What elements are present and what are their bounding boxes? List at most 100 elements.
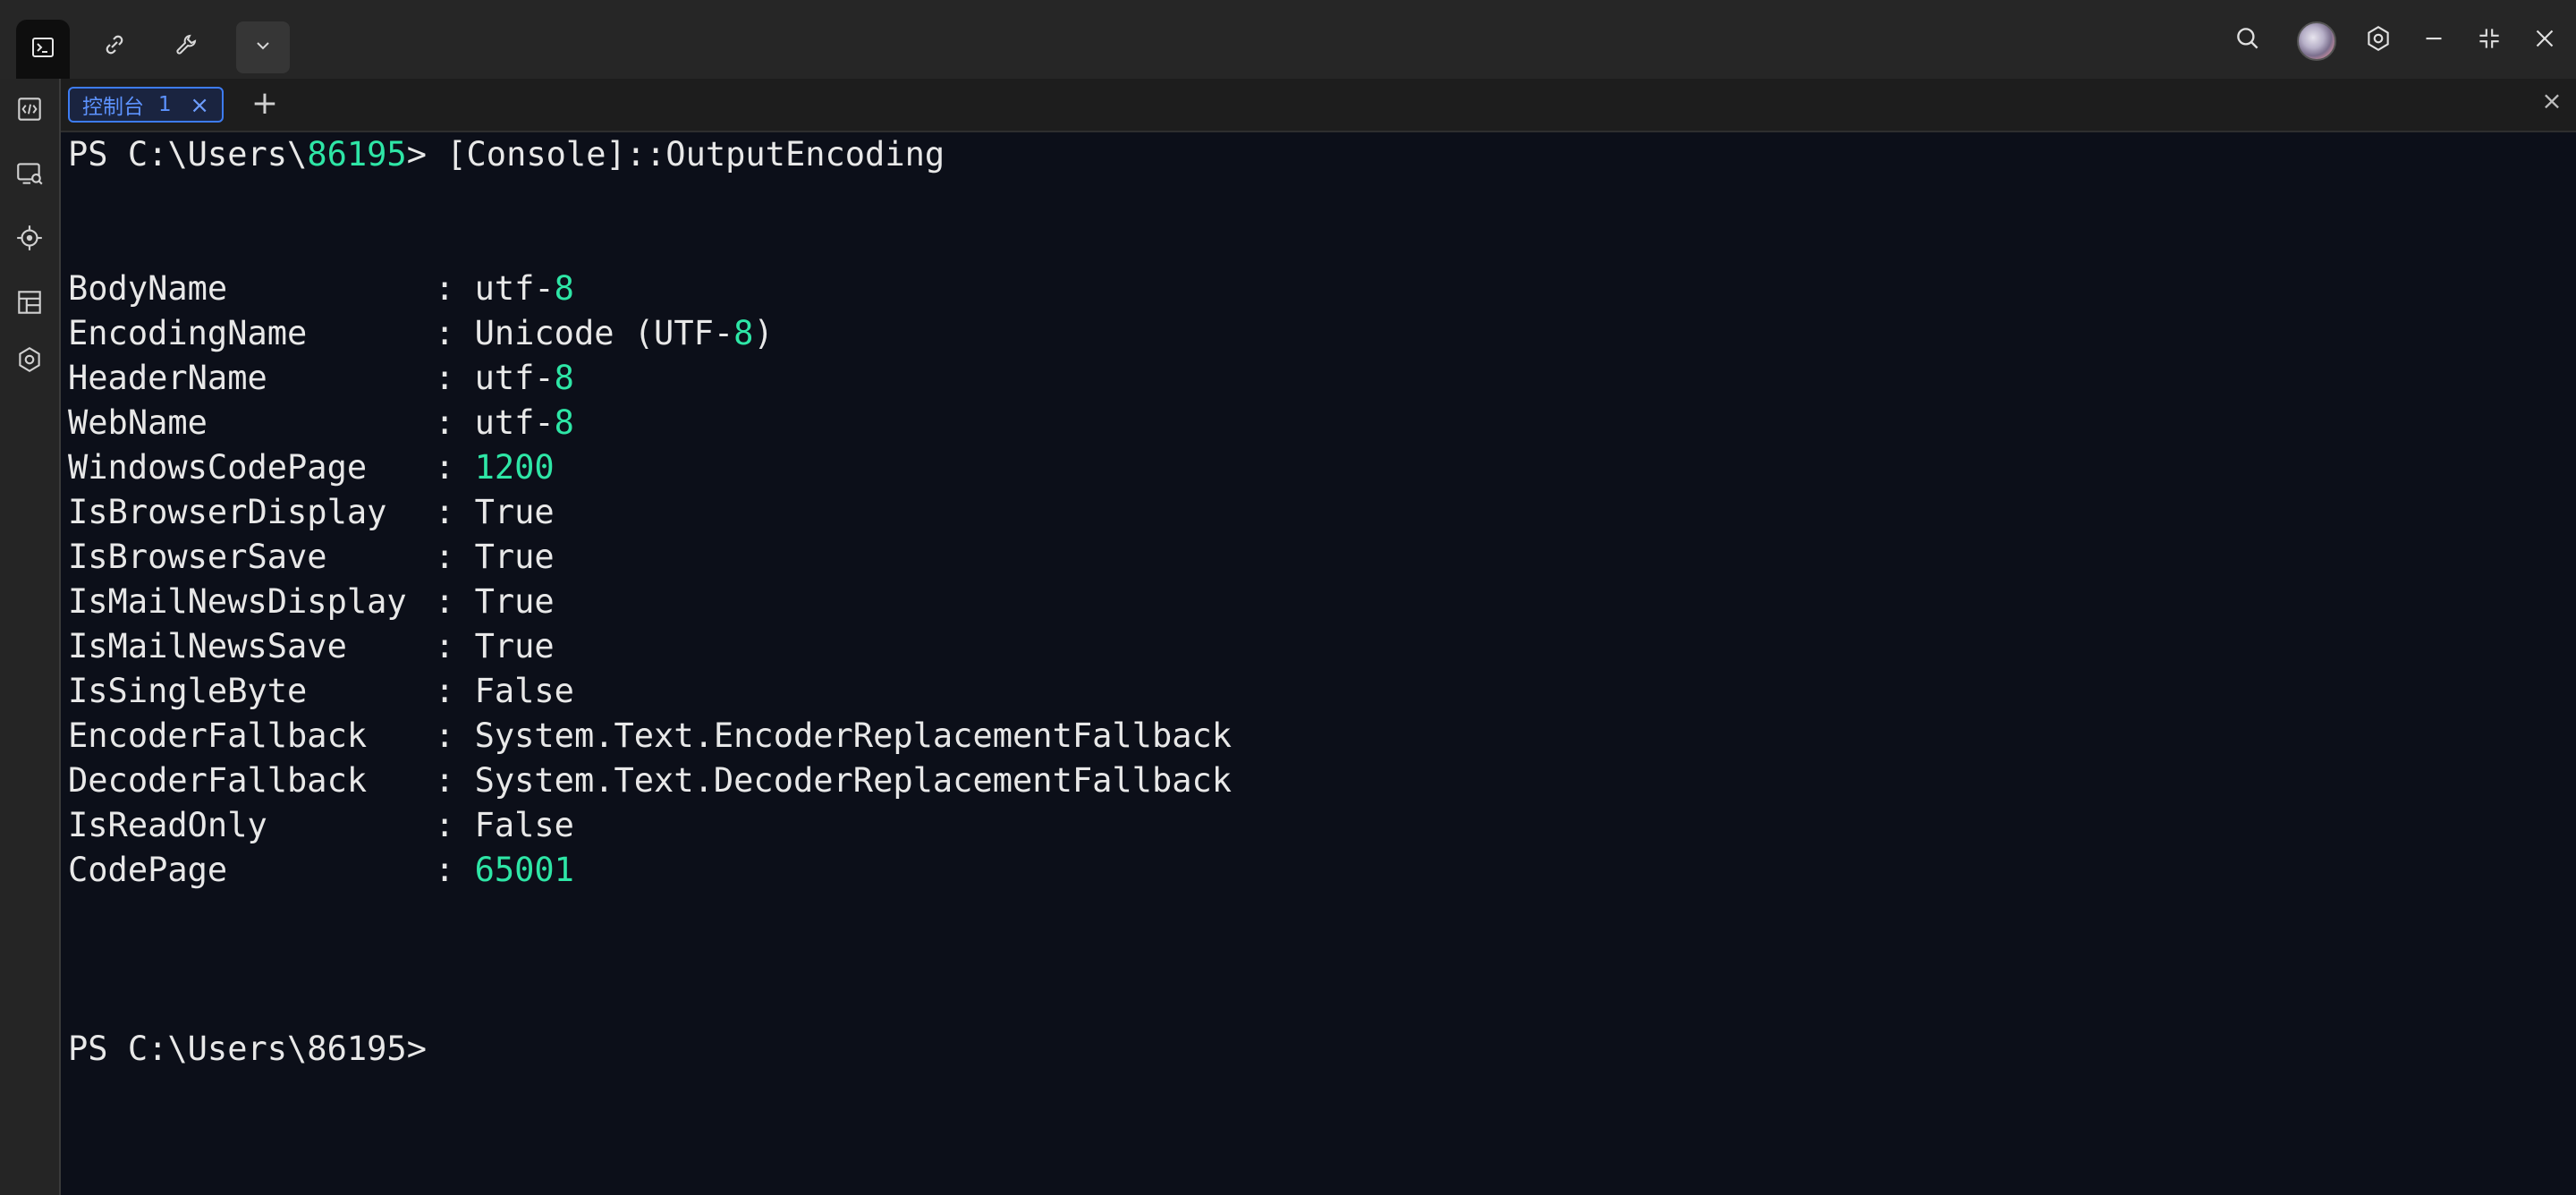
tab-strip: 控制台 1 × + × <box>61 79 2576 132</box>
link-button[interactable] <box>88 20 141 73</box>
property-name: CodePage <box>68 851 228 889</box>
title-bar <box>0 0 2576 79</box>
property-row: CodePage: 65001 <box>68 848 574 893</box>
property-name: IsBrowserDisplay <box>68 493 387 531</box>
restore-button[interactable] <box>2469 20 2510 61</box>
prompt-suffix: > <box>406 135 427 174</box>
property-value: True <box>474 538 555 576</box>
wrench-icon <box>172 30 200 63</box>
property-value-tail: ) <box>753 314 774 352</box>
avatar[interactable] <box>2297 21 2336 61</box>
activity-bar <box>0 79 61 1195</box>
panel-close-button[interactable]: × <box>2538 88 2565 114</box>
property-value: True <box>474 582 555 621</box>
property-separator: : <box>435 627 475 665</box>
prompt-path: PS C:\Users\ <box>68 135 308 174</box>
property-separator: : <box>435 761 475 800</box>
property-row: IsSingleByte: False <box>68 669 574 714</box>
property-row: DecoderFallback: System.Text.DecoderRepl… <box>68 759 1232 803</box>
property-value-number: 65001 <box>474 851 574 889</box>
restore-icon <box>2474 23 2504 57</box>
property-row: IsMailNewsDisplay: True <box>68 580 555 624</box>
property-value: False <box>474 806 574 844</box>
sidebar-item-screen-search[interactable] <box>12 157 47 193</box>
property-name: DecoderFallback <box>68 761 368 800</box>
property-value: True <box>474 493 555 531</box>
dropdown-button[interactable] <box>236 21 290 73</box>
property-row: IsMailNewsSave: True <box>68 624 555 669</box>
terminal-tab-button[interactable] <box>16 20 70 79</box>
settings-button[interactable] <box>2358 20 2399 61</box>
property-value: True <box>474 627 555 665</box>
add-tab-button[interactable]: + <box>247 88 283 123</box>
link-icon <box>100 30 129 63</box>
property-name: EncodingName <box>68 314 308 352</box>
property-row: BodyName: utf-8 <box>68 267 574 311</box>
close-button[interactable] <box>2524 20 2565 61</box>
property-value-number: 1200 <box>474 448 555 487</box>
property-separator: : <box>435 493 475 531</box>
property-separator: : <box>435 672 475 710</box>
property-row: WebName: utf-8 <box>68 401 574 445</box>
search-button[interactable] <box>2227 20 2268 61</box>
property-row: WindowsCodePage: 1200 <box>68 445 555 490</box>
terminal-output[interactable]: PS C:\Users\86195> [Console]::OutputEnco… <box>61 132 2576 1195</box>
property-separator: : <box>435 851 475 889</box>
property-value: False <box>474 672 574 710</box>
property-separator: : <box>435 806 475 844</box>
property-separator: : <box>435 403 475 442</box>
sidebar-item-target[interactable] <box>12 222 47 258</box>
property-row: EncodingName: Unicode (UTF-8) <box>68 311 774 356</box>
tools-button[interactable] <box>159 20 213 73</box>
property-name: WebName <box>68 403 208 442</box>
property-value: System.Text.EncoderReplacementFallback <box>474 716 1233 755</box>
tab-console[interactable]: 控制台 1 × <box>68 87 224 123</box>
property-name: IsBrowserSave <box>68 538 327 576</box>
settings-icon <box>2363 23 2394 57</box>
property-separator: : <box>435 314 475 352</box>
chevron-down-icon <box>249 31 277 64</box>
layout-icon <box>14 287 45 321</box>
tab-close-button[interactable]: × <box>190 92 209 119</box>
property-name: IsMailNewsSave <box>68 627 347 665</box>
app-window: 控制台 1 × + × PS C:\Users\86195> [Console]… <box>0 0 2576 1195</box>
property-value-number: 8 <box>554 359 574 397</box>
minimize-icon <box>2419 23 2449 57</box>
property-name: IsMailNewsDisplay <box>68 582 407 621</box>
property-separator: : <box>435 716 475 755</box>
property-value: utf- <box>474 269 555 308</box>
command-text: [Console]::OutputEncoding <box>426 135 945 174</box>
property-separator: : <box>435 448 475 487</box>
property-row: IsBrowserSave: True <box>68 535 555 580</box>
property-row: IsReadOnly: False <box>68 803 574 848</box>
tab-number: 1 <box>158 93 172 116</box>
property-separator: : <box>435 538 475 576</box>
sidebar-item-layout[interactable] <box>12 286 47 322</box>
property-value: utf- <box>474 359 555 397</box>
code-icon <box>14 94 45 128</box>
target-icon <box>14 223 45 257</box>
command-line: PS C:\Users\86195> [Console]::OutputEnco… <box>68 132 945 177</box>
search-icon <box>2233 23 2263 57</box>
property-value-number: 8 <box>733 314 754 352</box>
property-name: HeaderName <box>68 359 267 397</box>
terminal-icon <box>29 33 57 65</box>
tab-label: 控制台 <box>82 96 144 119</box>
property-value: utf- <box>474 403 555 442</box>
final-prompt: PS C:\Users\86195> <box>68 1030 427 1068</box>
property-value: Unicode (UTF- <box>474 314 734 352</box>
property-name: BodyName <box>68 269 228 308</box>
prompt-user: 86195 <box>307 135 407 174</box>
close-icon <box>2529 23 2560 57</box>
property-separator: : <box>435 582 475 621</box>
property-name: IsReadOnly <box>68 806 267 844</box>
property-name: IsSingleByte <box>68 672 308 710</box>
property-value-number: 8 <box>554 403 574 442</box>
minimize-button[interactable] <box>2413 20 2454 61</box>
sidebar-item-hexagon-settings[interactable] <box>12 343 47 379</box>
hexagon-settings-icon <box>14 344 45 378</box>
sidebar-item-code[interactable] <box>12 93 47 129</box>
property-value-number: 8 <box>554 269 574 308</box>
property-row: HeaderName: utf-8 <box>68 356 574 401</box>
property-name: EncoderFallback <box>68 716 368 755</box>
